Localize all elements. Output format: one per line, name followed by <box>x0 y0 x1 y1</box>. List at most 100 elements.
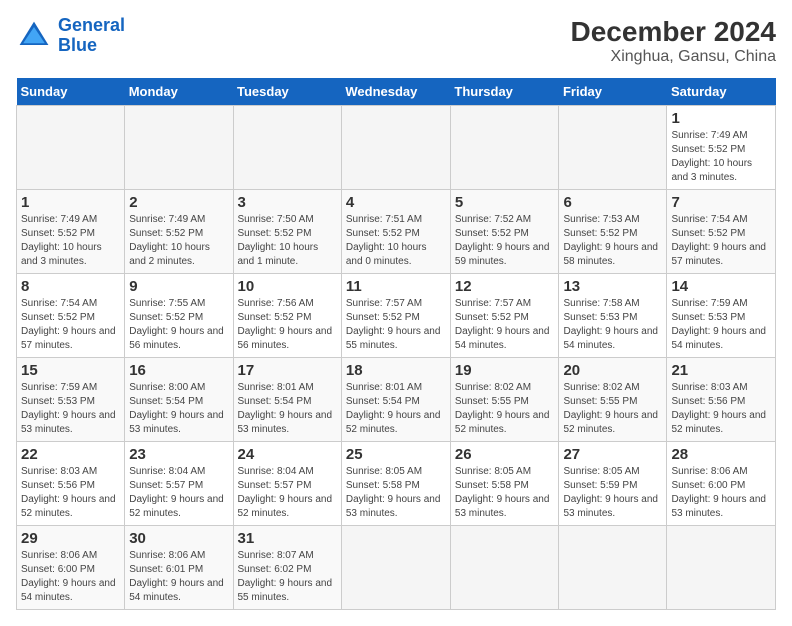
calendar-cell: 20 Sunrise: 8:02 AMSunset: 5:55 PMDaylig… <box>559 358 667 442</box>
calendar-cell <box>667 526 776 610</box>
header-saturday: Saturday <box>667 78 776 106</box>
day-number: 3 <box>238 194 337 211</box>
day-number: 9 <box>129 278 228 295</box>
header-sunday: Sunday <box>17 78 125 106</box>
header-friday: Friday <box>559 78 667 106</box>
calendar-header-row: Sunday Monday Tuesday Wednesday Thursday… <box>17 78 776 106</box>
calendar-cell: 1 Sunrise: 7:49 AMSunset: 5:52 PMDayligh… <box>17 190 125 274</box>
page-title: December 2024 <box>571 16 776 48</box>
day-number: 17 <box>238 362 337 379</box>
day-detail: Sunrise: 8:07 AMSunset: 6:02 PMDaylight:… <box>238 550 333 603</box>
calendar-cell: 15 Sunrise: 7:59 AMSunset: 5:53 PMDaylig… <box>17 358 125 442</box>
logo-icon <box>16 18 52 54</box>
day-detail: Sunrise: 8:02 AMSunset: 5:55 PMDaylight:… <box>455 382 550 435</box>
calendar-cell: 12 Sunrise: 7:57 AMSunset: 5:52 PMDaylig… <box>450 274 559 358</box>
day-number: 11 <box>346 278 446 295</box>
day-number: 28 <box>671 446 771 463</box>
calendar-cell: 4 Sunrise: 7:51 AMSunset: 5:52 PMDayligh… <box>341 190 450 274</box>
day-number: 18 <box>346 362 446 379</box>
day-number: 12 <box>455 278 555 295</box>
day-detail: Sunrise: 7:57 AMSunset: 5:52 PMDaylight:… <box>346 298 441 351</box>
calendar-week-row: 1 Sunrise: 7:49 AMSunset: 5:52 PMDayligh… <box>17 190 776 274</box>
day-number: 30 <box>129 530 228 547</box>
calendar-cell: 24 Sunrise: 8:04 AMSunset: 5:57 PMDaylig… <box>233 442 341 526</box>
calendar-cell: 16 Sunrise: 8:00 AMSunset: 5:54 PMDaylig… <box>125 358 233 442</box>
logo-blue: Blue <box>58 35 97 55</box>
calendar-week-row: 22 Sunrise: 8:03 AMSunset: 5:56 PMDaylig… <box>17 442 776 526</box>
day-detail: Sunrise: 8:06 AMSunset: 6:00 PMDaylight:… <box>671 466 766 519</box>
day-detail: Sunrise: 7:58 AMSunset: 5:53 PMDaylight:… <box>563 298 658 351</box>
day-number: 4 <box>346 194 446 211</box>
day-number: 29 <box>21 530 120 547</box>
day-detail: Sunrise: 8:03 AMSunset: 5:56 PMDaylight:… <box>21 466 116 519</box>
day-detail: Sunrise: 8:04 AMSunset: 5:57 PMDaylight:… <box>129 466 224 519</box>
day-number: 7 <box>671 194 771 211</box>
day-detail: Sunrise: 8:06 AMSunset: 6:01 PMDaylight:… <box>129 550 224 603</box>
calendar-cell <box>341 526 450 610</box>
calendar-cell <box>450 106 559 190</box>
day-number: 21 <box>671 362 771 379</box>
day-detail: Sunrise: 8:00 AMSunset: 5:54 PMDaylight:… <box>129 382 224 435</box>
calendar-week-row: 8 Sunrise: 7:54 AMSunset: 5:52 PMDayligh… <box>17 274 776 358</box>
day-detail: Sunrise: 7:53 AMSunset: 5:52 PMDaylight:… <box>563 214 658 267</box>
calendar-cell: 7 Sunrise: 7:54 AMSunset: 5:52 PMDayligh… <box>667 190 776 274</box>
day-detail: Sunrise: 7:49 AMSunset: 5:52 PMDaylight:… <box>671 130 752 183</box>
calendar-cell: 2 Sunrise: 7:49 AMSunset: 5:52 PMDayligh… <box>125 190 233 274</box>
day-number: 20 <box>563 362 662 379</box>
calendar-cell: 29 Sunrise: 8:06 AMSunset: 6:00 PMDaylig… <box>17 526 125 610</box>
calendar-cell <box>559 526 667 610</box>
calendar-cell: 18 Sunrise: 8:01 AMSunset: 5:54 PMDaylig… <box>341 358 450 442</box>
calendar-cell: 31 Sunrise: 8:07 AMSunset: 6:02 PMDaylig… <box>233 526 341 610</box>
day-number: 6 <box>563 194 662 211</box>
calendar-cell: 11 Sunrise: 7:57 AMSunset: 5:52 PMDaylig… <box>341 274 450 358</box>
day-detail: Sunrise: 7:56 AMSunset: 5:52 PMDaylight:… <box>238 298 333 351</box>
calendar-cell: 1 Sunrise: 7:49 AMSunset: 5:52 PMDayligh… <box>667 106 776 190</box>
calendar-cell: 9 Sunrise: 7:55 AMSunset: 5:52 PMDayligh… <box>125 274 233 358</box>
day-detail: Sunrise: 8:05 AMSunset: 5:58 PMDaylight:… <box>455 466 550 519</box>
day-number: 27 <box>563 446 662 463</box>
calendar-cell <box>559 106 667 190</box>
calendar-table: Sunday Monday Tuesday Wednesday Thursday… <box>16 78 776 610</box>
header-thursday: Thursday <box>450 78 559 106</box>
calendar-cell: 3 Sunrise: 7:50 AMSunset: 5:52 PMDayligh… <box>233 190 341 274</box>
calendar-cell: 13 Sunrise: 7:58 AMSunset: 5:53 PMDaylig… <box>559 274 667 358</box>
day-number: 1 <box>21 194 120 211</box>
day-detail: Sunrise: 8:03 AMSunset: 5:56 PMDaylight:… <box>671 382 766 435</box>
calendar-cell <box>17 106 125 190</box>
day-detail: Sunrise: 7:51 AMSunset: 5:52 PMDaylight:… <box>346 214 427 267</box>
day-number: 8 <box>21 278 120 295</box>
day-detail: Sunrise: 8:05 AMSunset: 5:59 PMDaylight:… <box>563 466 658 519</box>
header-monday: Monday <box>125 78 233 106</box>
calendar-cell: 21 Sunrise: 8:03 AMSunset: 5:56 PMDaylig… <box>667 358 776 442</box>
day-number: 2 <box>129 194 228 211</box>
page-header: General Blue December 2024 Xinghua, Gans… <box>16 16 776 66</box>
day-number: 14 <box>671 278 771 295</box>
day-detail: Sunrise: 7:52 AMSunset: 5:52 PMDaylight:… <box>455 214 550 267</box>
day-number: 24 <box>238 446 337 463</box>
day-detail: Sunrise: 8:06 AMSunset: 6:00 PMDaylight:… <box>21 550 116 603</box>
day-number: 22 <box>21 446 120 463</box>
calendar-cell: 5 Sunrise: 7:52 AMSunset: 5:52 PMDayligh… <box>450 190 559 274</box>
logo: General Blue <box>16 16 125 56</box>
calendar-cell: 30 Sunrise: 8:06 AMSunset: 6:01 PMDaylig… <box>125 526 233 610</box>
calendar-cell: 10 Sunrise: 7:56 AMSunset: 5:52 PMDaylig… <box>233 274 341 358</box>
day-number: 5 <box>455 194 555 211</box>
day-detail: Sunrise: 7:50 AMSunset: 5:52 PMDaylight:… <box>238 214 319 267</box>
calendar-cell: 22 Sunrise: 8:03 AMSunset: 5:56 PMDaylig… <box>17 442 125 526</box>
calendar-cell: 8 Sunrise: 7:54 AMSunset: 5:52 PMDayligh… <box>17 274 125 358</box>
header-wednesday: Wednesday <box>341 78 450 106</box>
calendar-week-row: 15 Sunrise: 7:59 AMSunset: 5:53 PMDaylig… <box>17 358 776 442</box>
calendar-cell: 19 Sunrise: 8:02 AMSunset: 5:55 PMDaylig… <box>450 358 559 442</box>
calendar-cell <box>341 106 450 190</box>
calendar-cell: 26 Sunrise: 8:05 AMSunset: 5:58 PMDaylig… <box>450 442 559 526</box>
day-detail: Sunrise: 7:49 AMSunset: 5:52 PMDaylight:… <box>21 214 102 267</box>
day-detail: Sunrise: 7:57 AMSunset: 5:52 PMDaylight:… <box>455 298 550 351</box>
day-detail: Sunrise: 7:55 AMSunset: 5:52 PMDaylight:… <box>129 298 224 351</box>
day-detail: Sunrise: 7:49 AMSunset: 5:52 PMDaylight:… <box>129 214 210 267</box>
day-number: 15 <box>21 362 120 379</box>
day-detail: Sunrise: 8:04 AMSunset: 5:57 PMDaylight:… <box>238 466 333 519</box>
day-detail: Sunrise: 7:59 AMSunset: 5:53 PMDaylight:… <box>671 298 766 351</box>
day-number: 19 <box>455 362 555 379</box>
calendar-cell: 23 Sunrise: 8:04 AMSunset: 5:57 PMDaylig… <box>125 442 233 526</box>
calendar-week-row: 1 Sunrise: 7:49 AMSunset: 5:52 PMDayligh… <box>17 106 776 190</box>
